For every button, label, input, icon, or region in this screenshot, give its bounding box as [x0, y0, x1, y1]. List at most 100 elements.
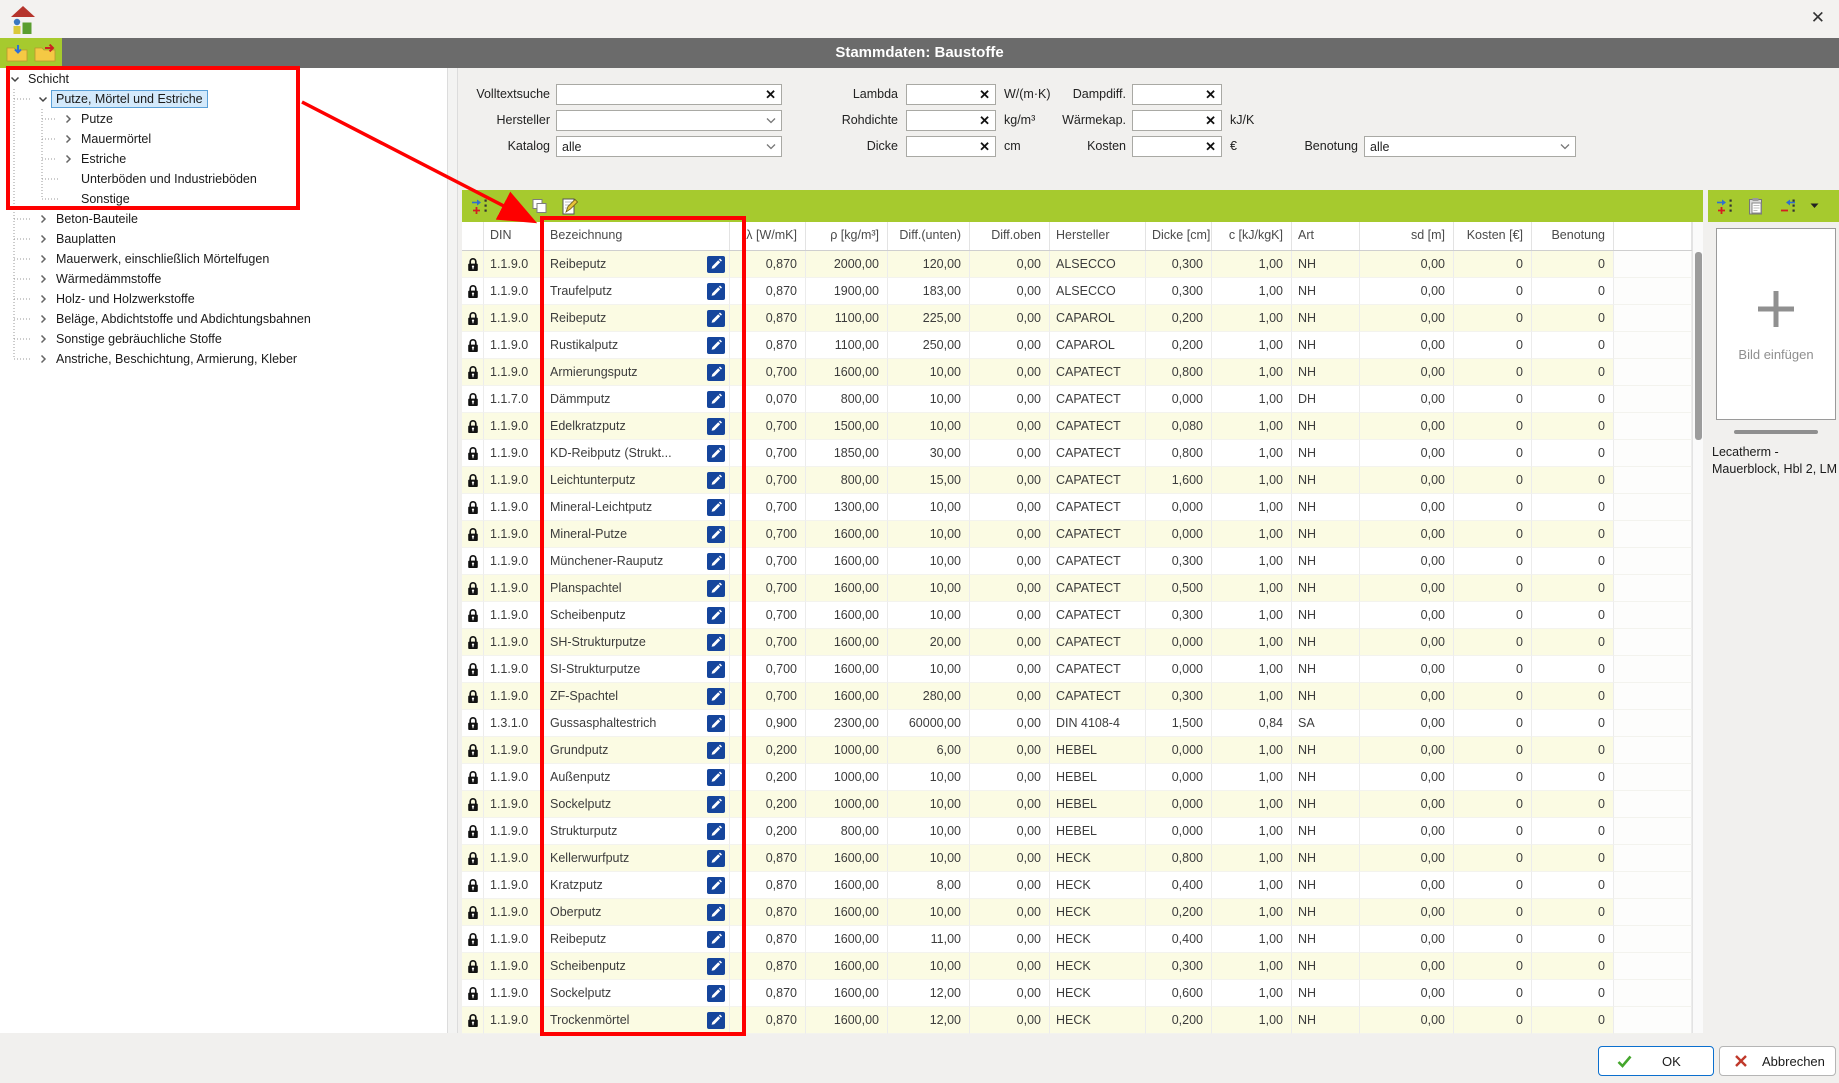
table-row[interactable]: 1.1.9.0Trockenmörtel 0,8701600,0012,000,…	[462, 1007, 1692, 1034]
kosten-input[interactable]: ✕	[1132, 136, 1222, 157]
edit-icon[interactable]	[707, 661, 725, 678]
edit-icon[interactable]	[707, 553, 725, 570]
edit-icon[interactable]	[707, 931, 725, 948]
edit-icon[interactable]	[707, 499, 725, 516]
edit-icon[interactable]	[707, 823, 725, 840]
tree-item[interactable]: Unterböden und Industrieböden	[0, 169, 447, 189]
clear-icon[interactable]: ✕	[1200, 113, 1221, 129]
table-row[interactable]: 1.1.9.0Scheibenputz 0,7001600,0010,000,0…	[462, 602, 1692, 629]
edit-icon[interactable]	[707, 688, 725, 705]
katalog-select[interactable]: alle	[556, 136, 782, 157]
edit-icon[interactable]	[707, 1012, 725, 1029]
lambda-input[interactable]: ✕	[906, 84, 996, 105]
column-header[interactable]: λ [W/mK]	[730, 222, 806, 250]
more-options-chevron-icon[interactable]	[1810, 203, 1819, 209]
table-row[interactable]: 1.1.9.0SI-Strukturputze 0,7001600,0010,0…	[462, 656, 1692, 683]
tree-scrollbar[interactable]	[447, 68, 458, 1033]
edit-icon[interactable]	[707, 607, 725, 624]
folder-export-icon[interactable]	[34, 44, 57, 62]
table-row[interactable]: 1.3.1.0Gussasphaltestrich 0,9002300,0060…	[462, 710, 1692, 737]
table-row[interactable]: 1.1.9.0Traufelputz 0,8701900,00183,000,0…	[462, 278, 1692, 305]
clear-icon[interactable]: ✕	[1200, 87, 1221, 103]
edit-icon[interactable]	[707, 418, 725, 435]
tree-item[interactable]: Beton-Bauteile	[0, 209, 447, 229]
edit-icon[interactable]	[707, 310, 725, 327]
tree-item[interactable]: Holz- und Holzwerkstoffe	[0, 289, 447, 309]
table-row[interactable]: 1.1.7.0Dämmputz 0,070800,0010,000,00CAPA…	[462, 386, 1692, 413]
table-row[interactable]: 1.1.9.0Scheibenputz 0,8701600,0010,000,0…	[462, 953, 1692, 980]
add-row-icon[interactable]	[470, 197, 489, 215]
table-row[interactable]: 1.1.9.0Armierungsputz 0,7001600,0010,000…	[462, 359, 1692, 386]
table-row[interactable]: 1.1.9.0Leichtunterputz 0,700800,0015,000…	[462, 467, 1692, 494]
table-row[interactable]: 1.1.9.0Reibeputz 0,8701100,00225,000,00C…	[462, 305, 1692, 332]
table-row[interactable]: 1.1.9.0Strukturputz 0,200800,0010,000,00…	[462, 818, 1692, 845]
clear-icon[interactable]: ✕	[974, 87, 995, 103]
clear-icon[interactable]: ✕	[1200, 139, 1221, 155]
copy-row-icon[interactable]	[530, 197, 548, 215]
edit-icon[interactable]	[707, 796, 725, 813]
remove-row-icon[interactable]	[500, 197, 519, 215]
tree-item[interactable]: Anstriche, Beschichtung, Armierung, Kleb…	[0, 349, 447, 369]
edit-icon[interactable]	[707, 769, 725, 786]
dampdiff-input[interactable]: ✕	[1132, 84, 1222, 105]
edit-icon[interactable]	[707, 256, 725, 273]
edit-icon[interactable]	[707, 580, 725, 597]
tree-item[interactable]: Sonstige	[0, 189, 447, 209]
table-row[interactable]: 1.1.9.0SH-Strukturputze 0,7001600,0020,0…	[462, 629, 1692, 656]
edit-icon[interactable]	[707, 715, 725, 732]
table-row[interactable]: 1.1.9.0Planspachtel 0,7001600,0010,000,0…	[462, 575, 1692, 602]
column-header[interactable]: sd [m]	[1360, 222, 1454, 250]
edit-icon[interactable]	[707, 445, 725, 462]
tree-item[interactable]: Mauerwerk, einschließlich Mörtelfugen	[0, 249, 447, 269]
add-image-icon[interactable]	[1715, 197, 1734, 215]
table-row[interactable]: 1.1.9.0Sockelputz 0,8701600,0012,000,00H…	[462, 980, 1692, 1007]
scrollbar-thumb[interactable]	[1695, 252, 1702, 440]
tree-item[interactable]: Estriche	[0, 149, 447, 169]
column-header[interactable]: c [kJ/kgK]	[1212, 222, 1292, 250]
fulltext-input[interactable]: ✕	[556, 84, 782, 105]
table-row[interactable]: 1.1.9.0Mineral-Putze 0,7001600,0010,000,…	[462, 521, 1692, 548]
edit-icon[interactable]	[707, 958, 725, 975]
table-row[interactable]: 1.1.9.0Sockelputz 0,2001000,0010,000,00H…	[462, 791, 1692, 818]
edit-icon[interactable]	[707, 526, 725, 543]
edit-icon[interactable]	[707, 904, 725, 921]
paste-image-icon[interactable]	[1747, 197, 1765, 216]
edit-icon[interactable]	[707, 337, 725, 354]
column-header[interactable]: Diff.(unten)	[888, 222, 970, 250]
table-row[interactable]: 1.1.9.0Kratzputz 0,8701600,008,000,00HEC…	[462, 872, 1692, 899]
edit-icon[interactable]	[707, 634, 725, 651]
table-row[interactable]: 1.1.9.0Reibeputz 0,8701600,0011,000,00HE…	[462, 926, 1692, 953]
table-row[interactable]: 1.1.9.0Münchener-Rauputz 0,7001600,0010,…	[462, 548, 1692, 575]
column-header[interactable]: Kosten [€]	[1454, 222, 1532, 250]
clear-icon[interactable]: ✕	[974, 139, 995, 155]
edit-icon[interactable]	[707, 283, 725, 300]
tree-item[interactable]: Bauplatten	[0, 229, 447, 249]
table-row[interactable]: 1.1.9.0Oberputz 0,8701600,0010,000,00HEC…	[462, 899, 1692, 926]
hersteller-select[interactable]	[556, 110, 782, 131]
table-row[interactable]: 1.1.9.0Kellerwurfputz 0,8701600,0010,000…	[462, 845, 1692, 872]
benotung-select[interactable]: alle	[1364, 136, 1576, 157]
ok-button[interactable]: OK	[1598, 1046, 1714, 1076]
folder-import-icon[interactable]	[6, 44, 29, 62]
waermekap-input[interactable]: ✕	[1132, 110, 1222, 131]
edit-icon[interactable]	[707, 877, 725, 894]
tree-item[interactable]: Sonstige gebräuchliche Stoffe	[0, 329, 447, 349]
table-row[interactable]: 1.1.9.0Außenputz 0,2001000,0010,000,00HE…	[462, 764, 1692, 791]
cancel-button[interactable]: Abbrechen	[1719, 1046, 1836, 1076]
tree-item[interactable]: Mauermörtel	[0, 129, 447, 149]
edit-icon[interactable]	[707, 985, 725, 1002]
column-header[interactable]: Benotung	[1532, 222, 1614, 250]
column-header[interactable]: Diff.oben	[970, 222, 1050, 250]
table-row[interactable]: 1.1.9.0ZF-Spachtel 0,7001600,00280,000,0…	[462, 683, 1692, 710]
table-row[interactable]: 1.1.9.0Reibeputz 0,8702000,00120,000,00A…	[462, 251, 1692, 278]
edit-icon[interactable]	[707, 850, 725, 867]
table-row[interactable]: 1.1.9.0Grundputz 0,2001000,006,000,00HEB…	[462, 737, 1692, 764]
table-row[interactable]: 1.1.9.0Edelkratzputz 0,7001500,0010,000,…	[462, 413, 1692, 440]
column-header[interactable]: Bezeichnung	[544, 222, 730, 250]
column-header[interactable]: Hersteller	[1050, 222, 1146, 250]
tree-item[interactable]: Wärmedämmstoffe	[0, 269, 447, 289]
insert-image-dropzone[interactable]: Bild einfügen	[1716, 228, 1836, 420]
tree-item[interactable]: Putze, Mörtel und Estriche	[0, 89, 447, 109]
table-row[interactable]: 1.1.9.0Mineral-Leichtputz 0,7001300,0010…	[462, 494, 1692, 521]
clear-icon[interactable]: ✕	[974, 113, 995, 129]
